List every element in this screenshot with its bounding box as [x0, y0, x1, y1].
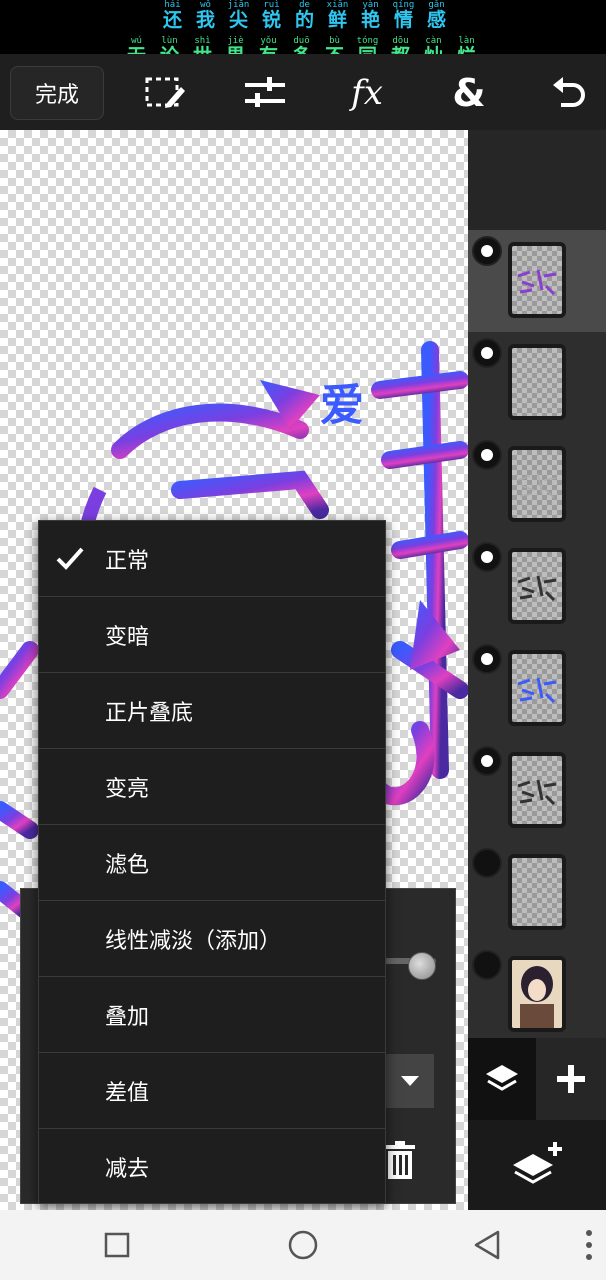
layer-visibility-toggle[interactable]: [472, 440, 502, 470]
lyric-hanzi: 感: [426, 9, 446, 31]
chevron-down-icon: [401, 1076, 419, 1086]
blend-mode-option[interactable]: 正常: [39, 521, 385, 597]
trash-icon: [385, 1141, 415, 1179]
blend-mode-label: 变亮: [105, 776, 150, 802]
add-image-layer-button[interactable]: [468, 1120, 606, 1210]
layer-visibility-toggle[interactable]: [472, 950, 502, 980]
layer-thumbnail-art: [517, 677, 557, 704]
layer-thumbnail[interactable]: [508, 854, 566, 930]
system-navigation-bar: [0, 1210, 606, 1280]
layers-footer: [468, 1038, 606, 1210]
checkmark-icon: [56, 547, 84, 570]
blend-mode-menu: 正常变暗正片叠底变亮滤色线性减淡（添加） 叠加差值减去: [38, 520, 386, 1204]
layer-row[interactable]: [468, 434, 606, 536]
blend-mode-dropdown-button[interactable]: [386, 1054, 434, 1108]
fx-icon[interactable]: fx: [342, 68, 392, 118]
layer-row[interactable]: [468, 638, 606, 740]
add-layer-button[interactable]: [536, 1038, 606, 1120]
lyric-hanzi: 的: [294, 9, 314, 31]
layer-thumbnail[interactable]: [508, 344, 566, 420]
layer-thumbnail-art: [517, 575, 557, 602]
layers-panel-header: [468, 130, 606, 230]
layer-row[interactable]: [468, 536, 606, 638]
layer-row[interactable]: [468, 230, 606, 332]
layer-thumbnail[interactable]: [508, 548, 566, 624]
lyric-char: hái 还: [156, 0, 189, 30]
blend-mode-option[interactable]: 滤色: [39, 825, 385, 901]
layers-add-icon: [513, 1142, 562, 1184]
lyric-hanzi: 我: [195, 9, 215, 31]
recent-apps-icon[interactable]: [100, 1228, 134, 1262]
blend-mode-option[interactable]: 叠加: [39, 977, 385, 1053]
blend-mode-label: 减去: [105, 1157, 150, 1182]
opacity-slider-thumb[interactable]: [408, 952, 436, 980]
blend-mode-label: 正常: [105, 548, 150, 574]
lyric-hanzi: 情: [393, 9, 413, 31]
lyric-char: gǎn 感: [420, 0, 453, 30]
home-icon[interactable]: [286, 1228, 320, 1262]
layer-thumbnail[interactable]: [508, 752, 566, 828]
back-icon[interactable]: [470, 1228, 504, 1262]
blend-mode-label: 差值: [105, 1080, 150, 1106]
layer-visibility-toggle[interactable]: [472, 338, 502, 368]
blend-mode-option[interactable]: 线性减淡（添加）: [39, 901, 385, 977]
adjust-sliders-icon[interactable]: [240, 68, 290, 118]
layer-thumbnail[interactable]: [508, 650, 566, 726]
layer-thumbnail-art: [517, 473, 557, 499]
lyric-hanzi: 还: [162, 9, 182, 31]
blend-mode-label: 滤色: [105, 852, 150, 878]
plus-icon: [557, 1065, 585, 1093]
blend-mode-label: 变暗: [105, 624, 150, 650]
done-button[interactable]: 完成: [10, 66, 104, 120]
lyrics-overlay: hái 还 wǒ 我 jiān 尖 ruì 锐 de 的 xiān 鲜 yàn 艳 qíng 情 gǎn 感 wú…: [0, 0, 606, 66]
lyric-hanzi: 艳: [360, 9, 380, 31]
lyric-char: qíng 情: [387, 0, 420, 30]
blend-mode-label: 线性减淡（添加）: [105, 928, 282, 954]
blend-mode-label: 正片叠底: [105, 700, 194, 726]
lyric-char: wǒ 我: [189, 0, 222, 30]
blend-mode-option[interactable]: 变亮: [39, 749, 385, 825]
layer-row[interactable]: [468, 332, 606, 434]
lyric-hanzi: 尖: [228, 9, 248, 31]
ampersand-icon[interactable]: &: [444, 68, 494, 118]
layer-thumbnail[interactable]: [508, 956, 566, 1032]
layer-thumbnail[interactable]: [508, 446, 566, 522]
layer-row[interactable]: [468, 944, 606, 1046]
lyric-char: yàn 艳: [354, 0, 387, 30]
lyric-char: xiān 鲜: [321, 0, 354, 30]
svg-text:爱: 爱: [320, 380, 364, 431]
lyric-hanzi: 鲜: [327, 9, 347, 31]
layer-thumbnail[interactable]: [508, 242, 566, 318]
lyric-char: jiān 尖: [222, 0, 255, 30]
undo-icon[interactable]: [544, 68, 594, 118]
layer-thumbnail-art: [517, 779, 557, 806]
lyric-hanzi: 锐: [261, 9, 281, 31]
layer-thumbnail-art: [512, 960, 562, 1028]
layer-row[interactable]: [468, 842, 606, 944]
lyric-line-1: hái 还 wǒ 我 jiān 尖 ruì 锐 de 的 xiān 鲜 yàn 艳 qíng 情 gǎn 感: [156, 0, 606, 30]
layer-visibility-toggle[interactable]: [472, 746, 502, 776]
layer-row[interactable]: [468, 740, 606, 842]
layer-visibility-toggle[interactable]: [472, 236, 502, 266]
top-toolbar: 完成 fx &: [0, 54, 606, 130]
layers-toggle-button[interactable]: [468, 1038, 536, 1120]
layer-visibility-toggle[interactable]: [472, 542, 502, 572]
lyric-char: de 的: [288, 0, 321, 30]
blend-mode-option[interactable]: 变暗: [39, 597, 385, 673]
layer-visibility-toggle[interactable]: [472, 644, 502, 674]
more-options-icon[interactable]: [572, 1228, 606, 1262]
layer-visibility-toggle[interactable]: [472, 848, 502, 878]
blend-mode-option[interactable]: 正片叠底: [39, 673, 385, 749]
delete-layer-button[interactable]: [380, 1138, 420, 1182]
blend-mode-label: 叠加: [105, 1004, 150, 1030]
selection-edit-icon[interactable]: [140, 68, 190, 118]
layers-icon: [486, 1065, 518, 1091]
blend-mode-option[interactable]: 减去: [39, 1129, 385, 1205]
layer-thumbnail-art: [517, 269, 557, 296]
layers-panel: [468, 130, 606, 1210]
lyric-char: ruì 锐: [255, 0, 288, 30]
blend-mode-option[interactable]: 差值: [39, 1053, 385, 1129]
